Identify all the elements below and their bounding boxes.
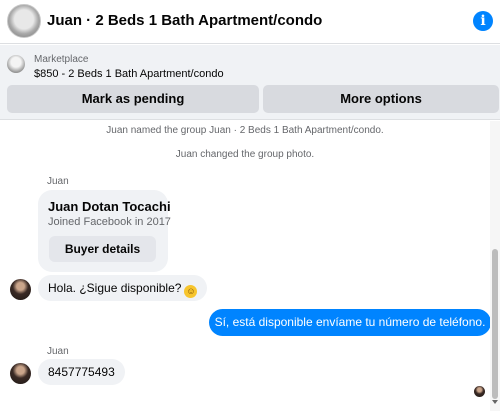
chat-scrollbar[interactable] <box>490 121 500 411</box>
scrollbar-thumb[interactable] <box>492 249 498 399</box>
marketplace-banner: Marketplace $850 - 2 Beds 1 Bath Apartme… <box>0 45 500 120</box>
sender-name: Juan <box>47 176 69 187</box>
sender-avatar[interactable] <box>10 363 31 384</box>
more-options-button[interactable]: More options <box>263 85 499 113</box>
message-bubble-incoming[interactable]: Hola. ¿Sigue disponible? ☺ <box>38 275 208 301</box>
conversation-title: Juan · 2 Beds 1 Bath Apartment/condo <box>47 12 323 29</box>
seen-receipt-avatar <box>474 386 485 397</box>
message-bubble-incoming[interactable]: 8457775493 <box>38 359 125 385</box>
group-avatar[interactable] <box>7 4 41 38</box>
listing-thumbnail[interactable] <box>7 55 25 73</box>
system-message: Juan changed the group photo. <box>175 149 315 160</box>
message-text: Hola. ¿Sigue disponible? <box>48 281 182 295</box>
profile-card: Juan Dotan Tocachi Joined Facebook in 20… <box>38 190 171 272</box>
chat-header: Juan · 2 Beds 1 Bath Apartment/condo i <box>0 0 500 44</box>
message-thread: Juan named the group Juan · 2 Beds 1 Bat… <box>0 121 491 411</box>
message-bubble-outgoing[interactable]: Sí, está disponible envíame tu número de… <box>209 309 491 336</box>
listing-title[interactable]: $850 - 2 Beds 1 Bath Apartment/condo <box>34 68 224 80</box>
profile-name: Juan Dotan Tocachi <box>48 199 171 214</box>
marketplace-label: Marketplace <box>34 54 89 65</box>
sender-name: Juan <box>47 346 69 357</box>
smiling-face-icon: ☺ <box>184 285 198 298</box>
sender-avatar[interactable] <box>10 279 31 300</box>
scroll-down-arrow-icon[interactable] <box>492 400 498 404</box>
mark-as-pending-button[interactable]: Mark as pending <box>7 85 259 113</box>
system-message: Juan named the group Juan · 2 Beds 1 Bat… <box>106 125 384 136</box>
info-icon[interactable]: i <box>473 11 493 31</box>
buyer-details-button[interactable]: Buyer details <box>49 236 156 262</box>
joined-date: Joined Facebook in 2017 <box>48 216 171 228</box>
